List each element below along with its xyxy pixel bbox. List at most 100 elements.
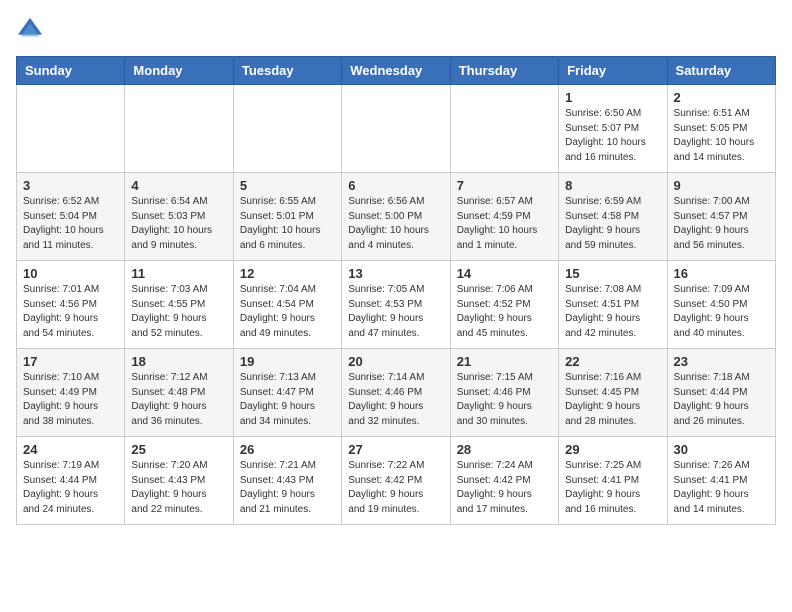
day-number: 1 [565, 90, 660, 105]
calendar-cell [450, 85, 558, 173]
day-info: Sunrise: 7:21 AM Sunset: 4:43 PM Dayligh… [240, 459, 335, 517]
calendar-cell: 20 Sunrise: 7:14 AM Sunset: 4:46 PM Dayli… [342, 349, 450, 437]
day-number: 12 [240, 266, 335, 281]
day-info: Sunrise: 7:09 AM Sunset: 4:50 PM Dayligh… [674, 283, 769, 341]
calendar-cell: 30 Sunrise: 7:26 AM Sunset: 4:41 PM Dayli… [667, 437, 775, 525]
calendar-cell [125, 85, 233, 173]
calendar-cell: 21Sunrise: 7:15 AM Sunset: 4:46 PM Dayli… [450, 349, 558, 437]
day-info: Sunrise: 7:13 AM Sunset: 4:47 PM Dayligh… [240, 371, 335, 429]
day-info: Sunrise: 7:04 AM Sunset: 4:54 PM Dayligh… [240, 283, 335, 341]
day-number: 23 [674, 354, 769, 369]
calendar-cell: 13 Sunrise: 7:05 AM Sunset: 4:53 PM Dayli… [342, 261, 450, 349]
day-number: 27 [348, 442, 443, 457]
calendar-table: SundayMondayTuesdayWednesdayThursdayFrid… [16, 56, 776, 525]
calendar-cell [233, 85, 341, 173]
weekday-header-friday: Friday [559, 57, 667, 85]
day-info: Sunrise: 7:18 AM Sunset: 4:44 PM Dayligh… [674, 371, 769, 429]
day-info: Sunrise: 7:03 AM Sunset: 4:55 PM Dayligh… [131, 283, 226, 341]
day-info: Sunrise: 7:14 AM Sunset: 4:46 PM Dayligh… [348, 371, 443, 429]
day-number: 2 [674, 90, 769, 105]
day-info: Sunrise: 6:50 AM Sunset: 5:07 PM Dayligh… [565, 107, 660, 165]
weekday-header-monday: Monday [125, 57, 233, 85]
page-header [16, 16, 776, 44]
calendar-cell: 10 Sunrise: 7:01 AM Sunset: 4:56 PM Dayli… [17, 261, 125, 349]
calendar-cell: 27 Sunrise: 7:22 AM Sunset: 4:42 PM Dayli… [342, 437, 450, 525]
day-info: Sunrise: 7:05 AM Sunset: 4:53 PM Dayligh… [348, 283, 443, 341]
day-number: 9 [674, 178, 769, 193]
calendar-cell: 5 Sunrise: 6:55 AM Sunset: 5:01 PM Daylig… [233, 173, 341, 261]
day-info: Sunrise: 7:10 AM Sunset: 4:49 PM Dayligh… [23, 371, 118, 429]
day-number: 5 [240, 178, 335, 193]
day-number: 7 [457, 178, 552, 193]
calendar-week-3: 10 Sunrise: 7:01 AM Sunset: 4:56 PM Dayli… [17, 261, 776, 349]
day-info: Sunrise: 7:20 AM Sunset: 4:43 PM Dayligh… [131, 459, 226, 517]
weekday-header-thursday: Thursday [450, 57, 558, 85]
calendar-cell: 15 Sunrise: 7:08 AM Sunset: 4:51 PM Dayli… [559, 261, 667, 349]
day-number: 19 [240, 354, 335, 369]
day-number: 16 [674, 266, 769, 281]
day-info: Sunrise: 7:08 AM Sunset: 4:51 PM Dayligh… [565, 283, 660, 341]
calendar-cell: 11 Sunrise: 7:03 AM Sunset: 4:55 PM Dayli… [125, 261, 233, 349]
day-info: Sunrise: 6:54 AM Sunset: 5:03 PM Dayligh… [131, 195, 226, 253]
calendar-cell: 2 Sunrise: 6:51 AM Sunset: 5:05 PM Daylig… [667, 85, 775, 173]
day-info: Sunrise: 7:24 AM Sunset: 4:42 PM Dayligh… [457, 459, 552, 517]
calendar-cell: 29Sunrise: 7:25 AM Sunset: 4:41 PM Dayli… [559, 437, 667, 525]
day-info: Sunrise: 6:56 AM Sunset: 5:00 PM Dayligh… [348, 195, 443, 253]
calendar-cell: 1 Sunrise: 6:50 AM Sunset: 5:07 PM Daylig… [559, 85, 667, 173]
calendar-cell: 25 Sunrise: 7:20 AM Sunset: 4:43 PM Dayli… [125, 437, 233, 525]
day-number: 26 [240, 442, 335, 457]
calendar-cell: 23 Sunrise: 7:18 AM Sunset: 4:44 PM Dayli… [667, 349, 775, 437]
day-number: 15 [565, 266, 660, 281]
day-number: 24 [23, 442, 118, 457]
calendar-cell: 24 Sunrise: 7:19 AM Sunset: 4:44 PM Dayli… [17, 437, 125, 525]
day-number: 30 [674, 442, 769, 457]
calendar-cell: 7 Sunrise: 6:57 AM Sunset: 4:59 PM Daylig… [450, 173, 558, 261]
calendar-cell: 3 Sunrise: 6:52 AM Sunset: 5:04 PM Daylig… [17, 173, 125, 261]
calendar-week-4: 17 Sunrise: 7:10 AM Sunset: 4:49 PM Dayli… [17, 349, 776, 437]
day-info: Sunrise: 6:52 AM Sunset: 5:04 PM Dayligh… [23, 195, 118, 253]
calendar-cell: 16 Sunrise: 7:09 AM Sunset: 4:50 PM Dayli… [667, 261, 775, 349]
day-info: Sunrise: 7:01 AM Sunset: 4:56 PM Dayligh… [23, 283, 118, 341]
day-number: 10 [23, 266, 118, 281]
day-info: Sunrise: 7:00 AM Sunset: 4:57 PM Dayligh… [674, 195, 769, 253]
day-info: Sunrise: 6:51 AM Sunset: 5:05 PM Dayligh… [674, 107, 769, 165]
calendar-cell: 8Sunrise: 6:59 AM Sunset: 4:58 PM Daylig… [559, 173, 667, 261]
calendar-cell: 9 Sunrise: 7:00 AM Sunset: 4:57 PM Daylig… [667, 173, 775, 261]
day-info: Sunrise: 7:16 AM Sunset: 4:45 PM Dayligh… [565, 371, 660, 429]
day-info: Sunrise: 6:55 AM Sunset: 5:01 PM Dayligh… [240, 195, 335, 253]
day-info: Sunrise: 7:15 AM Sunset: 4:46 PM Dayligh… [457, 371, 552, 429]
day-info: Sunrise: 7:12 AM Sunset: 4:48 PM Dayligh… [131, 371, 226, 429]
day-number: 22 [565, 354, 660, 369]
day-number: 4 [131, 178, 226, 193]
calendar-cell: 26 Sunrise: 7:21 AM Sunset: 4:43 PM Dayli… [233, 437, 341, 525]
calendar-week-5: 24 Sunrise: 7:19 AM Sunset: 4:44 PM Dayli… [17, 437, 776, 525]
weekday-header-wednesday: Wednesday [342, 57, 450, 85]
day-number: 25 [131, 442, 226, 457]
day-info: Sunrise: 7:22 AM Sunset: 4:42 PM Dayligh… [348, 459, 443, 517]
day-number: 28 [457, 442, 552, 457]
calendar-cell: 18Sunrise: 7:12 AM Sunset: 4:48 PM Dayli… [125, 349, 233, 437]
calendar-cell: 6 Sunrise: 6:56 AM Sunset: 5:00 PM Daylig… [342, 173, 450, 261]
calendar-cell: 12 Sunrise: 7:04 AM Sunset: 4:54 PM Dayli… [233, 261, 341, 349]
calendar-cell: 19 Sunrise: 7:13 AM Sunset: 4:47 PM Dayli… [233, 349, 341, 437]
calendar-week-2: 3 Sunrise: 6:52 AM Sunset: 5:04 PM Daylig… [17, 173, 776, 261]
day-number: 11 [131, 266, 226, 281]
weekday-header-sunday: Sunday [17, 57, 125, 85]
day-number: 3 [23, 178, 118, 193]
calendar-header-row: SundayMondayTuesdayWednesdayThursdayFrid… [17, 57, 776, 85]
day-number: 13 [348, 266, 443, 281]
day-info: Sunrise: 7:19 AM Sunset: 4:44 PM Dayligh… [23, 459, 118, 517]
day-info: Sunrise: 6:57 AM Sunset: 4:59 PM Dayligh… [457, 195, 552, 253]
day-info: Sunrise: 7:26 AM Sunset: 4:41 PM Dayligh… [674, 459, 769, 517]
day-number: 6 [348, 178, 443, 193]
day-number: 14 [457, 266, 552, 281]
weekday-header-saturday: Saturday [667, 57, 775, 85]
day-number: 20 [348, 354, 443, 369]
calendar-cell: 14 Sunrise: 7:06 AM Sunset: 4:52 PM Dayli… [450, 261, 558, 349]
calendar-cell: 4 Sunrise: 6:54 AM Sunset: 5:03 PM Daylig… [125, 173, 233, 261]
day-info: Sunrise: 7:06 AM Sunset: 4:52 PM Dayligh… [457, 283, 552, 341]
day-info: Sunrise: 7:25 AM Sunset: 4:41 PM Dayligh… [565, 459, 660, 517]
day-number: 17 [23, 354, 118, 369]
calendar-cell [17, 85, 125, 173]
weekday-header-tuesday: Tuesday [233, 57, 341, 85]
